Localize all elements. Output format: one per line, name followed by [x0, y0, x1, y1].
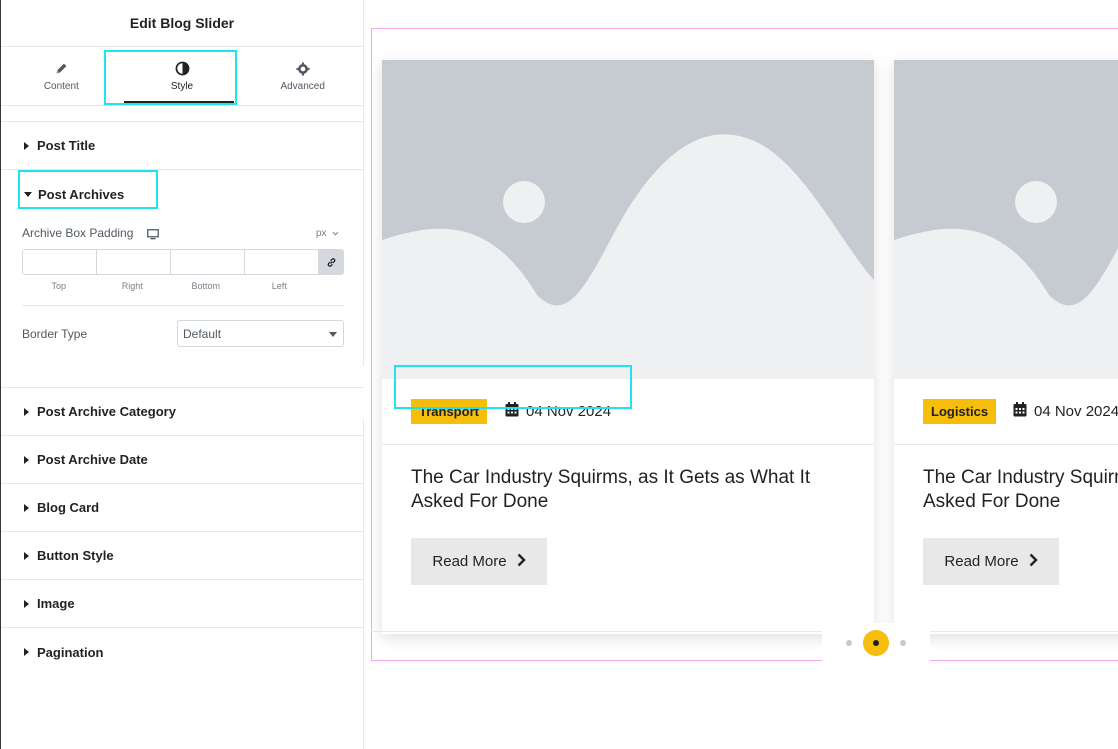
post-date: 04 Nov 2024	[1013, 402, 1118, 421]
card-meta: Transport 04 Nov 2024	[382, 379, 874, 445]
blog-card: Transport 04 Nov 2024 The Car Industry S…	[382, 60, 874, 634]
pagination-dot[interactable]	[900, 640, 906, 646]
date-text: 04 Nov 2024	[526, 403, 612, 420]
card-meta: Logistics 04 Nov 2024	[894, 379, 1118, 445]
caret-right-icon	[24, 599, 29, 608]
section-post-archives[interactable]: Post Archives	[1, 170, 363, 218]
gear-icon	[295, 61, 311, 77]
link-values-button[interactable]	[319, 250, 343, 274]
panel-tabs: Content Style Advanced	[1, 47, 363, 106]
section-label: Post Archive Date	[37, 452, 148, 467]
post-title[interactable]: The Car Industry Squirms, as It Gets as …	[411, 466, 851, 514]
placeholder-image	[894, 60, 1118, 379]
caret-right-icon	[24, 455, 29, 464]
preview-canvas: Transport 04 Nov 2024 The Car Industry S…	[364, 0, 1118, 749]
pagination-line	[371, 631, 1118, 632]
half-circle-icon	[174, 61, 190, 77]
pencil-icon	[53, 61, 69, 77]
dim-label-top: Top	[51, 281, 66, 291]
dim-label-left: Left	[271, 281, 287, 291]
pagination-dot-active[interactable]	[863, 630, 889, 656]
padding-dimensions	[22, 249, 344, 275]
tab-content[interactable]: Content	[1, 47, 122, 105]
section-blog-card[interactable]: Blog Card	[1, 484, 363, 532]
blog-card: Logistics 04 Nov 2024 The Car Industry S…	[894, 60, 1118, 634]
section-label: Button Style	[37, 548, 114, 563]
date-text: 04 Nov 2024	[1034, 403, 1118, 420]
caret-down-icon	[329, 332, 337, 337]
read-more-button[interactable]: Read More	[923, 538, 1059, 585]
category-badge[interactable]: Transport	[411, 399, 487, 424]
desktop-icon[interactable]	[147, 227, 159, 245]
padding-left-input[interactable]	[245, 250, 319, 274]
calendar-icon	[505, 402, 519, 421]
calendar-icon	[1013, 402, 1027, 421]
caret-right-icon	[24, 551, 29, 560]
chevron-right-icon	[1029, 553, 1038, 571]
dimension-labels: Top Right Bottom Left	[22, 281, 316, 291]
active-tab-indicator	[124, 101, 234, 103]
padding-right-input[interactable]	[97, 250, 171, 274]
caret-down-icon	[24, 191, 32, 197]
padding-top-input[interactable]	[23, 250, 97, 274]
divider	[22, 305, 344, 306]
tab-advanced[interactable]: Advanced	[242, 47, 363, 105]
section-post-title[interactable]: Post Title	[1, 122, 363, 170]
caret-right-icon	[24, 648, 29, 656]
post-date: 04 Nov 2024	[505, 402, 611, 421]
section-post-archive-date[interactable]: Post Archive Date	[1, 436, 363, 484]
section-post-archive-category[interactable]: Post Archive Category	[1, 388, 363, 436]
caret-right-icon	[24, 141, 29, 150]
tab-style-label: Style	[170, 80, 194, 92]
link-icon	[327, 257, 335, 267]
panel-header: Edit Blog Slider	[1, 0, 363, 47]
section-label: Image	[37, 596, 75, 611]
border-type-label: Border Type	[22, 327, 88, 341]
pagination-dots	[822, 623, 930, 661]
section-pagination[interactable]: Pagination	[1, 628, 363, 676]
blog-slider-widget[interactable]: Transport 04 Nov 2024 The Car Industry S…	[371, 28, 1118, 661]
section-spacer	[1, 106, 363, 122]
placeholder-image	[382, 60, 874, 379]
post-title[interactable]: The Car Industry Squirms, as It Gets as …	[923, 466, 1118, 514]
panel-title: Edit Blog Slider	[129, 15, 235, 31]
border-type-value: Default	[183, 326, 222, 341]
section-post-archives-panel: Post Archives	[1, 170, 363, 388]
border-type-select[interactable]: Default	[177, 320, 344, 347]
read-more-label: Read More	[432, 553, 507, 570]
section-label: Blog Card	[37, 500, 100, 515]
section-label: Post Archive Category	[37, 404, 176, 419]
padding-bottom-input[interactable]	[171, 250, 245, 274]
pagination-dot[interactable]	[846, 640, 852, 646]
chevron-right-icon	[517, 553, 526, 571]
caret-right-icon	[24, 407, 29, 416]
section-label: Post Title	[37, 138, 96, 153]
section-button-style[interactable]: Button Style	[1, 532, 363, 580]
tab-style[interactable]: Style	[122, 47, 243, 105]
unit-label: px	[316, 228, 327, 239]
dim-label-bottom: Bottom	[191, 281, 220, 291]
tab-content-label: Content	[43, 80, 79, 92]
editor-panel: Edit Blog Slider Content Style Advanced …	[0, 0, 364, 749]
section-label: Post Archives	[38, 186, 125, 202]
archive-padding-label: Archive Box Padding	[22, 226, 134, 240]
tab-advanced-label: Advanced	[280, 80, 325, 92]
read-more-button[interactable]: Read More	[411, 538, 547, 585]
section-image[interactable]: Image	[1, 580, 363, 628]
dim-label-right: Right	[121, 281, 143, 291]
category-badge[interactable]: Logistics	[923, 399, 997, 424]
caret-right-icon	[24, 503, 29, 512]
unit-selector[interactable]: px	[316, 228, 339, 239]
read-more-label: Read More	[944, 553, 1019, 570]
section-label: Pagination	[37, 644, 104, 660]
